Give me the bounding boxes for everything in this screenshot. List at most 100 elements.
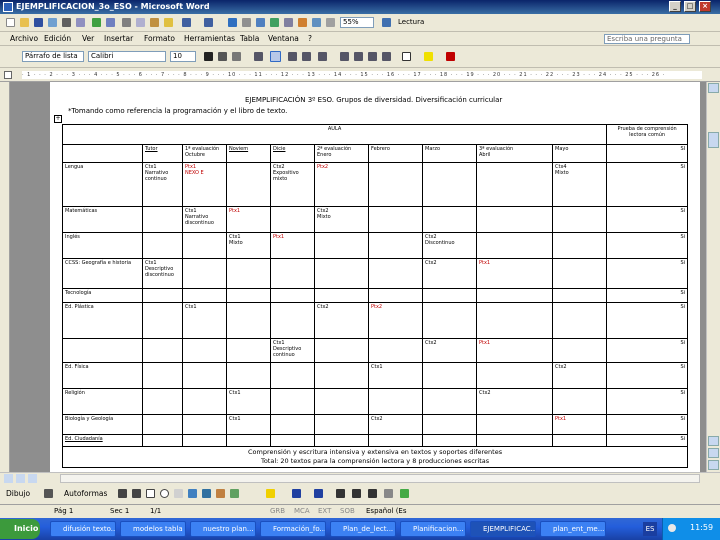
vertical-ruler[interactable] <box>0 82 10 472</box>
highlight-icon[interactable] <box>424 52 433 61</box>
copy-icon[interactable] <box>136 18 145 27</box>
cell-tutor[interactable] <box>142 434 183 447</box>
cell-tutor[interactable]: Ctx1 Narrativo continuo <box>142 162 183 207</box>
horizontal-scroll-track[interactable] <box>60 474 700 483</box>
underline-icon[interactable] <box>232 52 241 61</box>
document-area[interactable]: EJEMPLIFICACIÓN 3º ESO. Grupos de divers… <box>10 82 706 472</box>
cell-ene[interactable] <box>314 232 369 259</box>
drawing-icon[interactable] <box>298 18 307 27</box>
arrow-icon[interactable] <box>132 489 141 498</box>
menu-ventana[interactable]: Ventana <box>268 34 299 43</box>
cell-oct[interactable]: Ctx1 Narrativo discontinuo <box>182 206 227 233</box>
textbox-icon[interactable] <box>174 489 183 498</box>
show-hide-icon[interactable] <box>326 18 335 27</box>
cell-subject[interactable]: Tecnología <box>62 288 143 303</box>
minimize-button[interactable]: _ <box>669 1 681 12</box>
cell-feb[interactable] <box>368 232 423 259</box>
cell-may[interactable]: Ctx4 Mixto <box>551 162 608 207</box>
cell-subject[interactable]: Lengua <box>62 162 143 207</box>
research-icon[interactable] <box>106 18 115 27</box>
cell-nov[interactable] <box>226 288 271 303</box>
taskbar-item[interactable]: nuestro plan... <box>190 521 256 537</box>
tray-icon[interactable] <box>668 524 676 532</box>
cell-si[interactable]: Si <box>606 362 689 389</box>
align-center-icon[interactable] <box>270 51 281 62</box>
cell-dic[interactable]: Ptx1 <box>270 232 315 259</box>
cell-ene[interactable] <box>314 258 369 289</box>
cell-abr[interactable] <box>476 162 553 207</box>
print-preview-icon[interactable] <box>76 18 85 27</box>
cell-nov[interactable] <box>226 302 271 339</box>
insert-excel-icon[interactable] <box>270 18 279 27</box>
cell-subject[interactable]: CCSS: Geografía e historia <box>62 258 143 289</box>
cell-dic[interactable] <box>270 414 315 435</box>
previous-page-icon[interactable] <box>708 436 719 446</box>
align-left-icon[interactable] <box>254 52 263 61</box>
bullets-icon[interactable] <box>354 52 363 61</box>
cell-mar[interactable] <box>422 362 477 389</box>
cell-mar[interactable] <box>422 162 477 207</box>
cell-mar[interactable] <box>422 414 477 435</box>
font-color-icon[interactable] <box>446 52 455 61</box>
menu-edicion[interactable]: Edición <box>44 34 71 43</box>
menu-help[interactable]: ? <box>308 34 312 43</box>
open-folder-icon[interactable] <box>20 18 29 27</box>
new-document-icon[interactable] <box>6 18 15 27</box>
cell-si[interactable]: Si <box>606 434 689 447</box>
document-map-icon[interactable] <box>312 18 321 27</box>
undo-icon[interactable] <box>182 18 191 27</box>
insert-table-icon[interactable] <box>256 18 265 27</box>
tab-selector-icon[interactable] <box>4 71 12 79</box>
menu-ver[interactable]: Ver <box>82 34 94 43</box>
cell-oct[interactable] <box>182 232 227 259</box>
taskbar-item[interactable]: Planificacion... <box>400 521 466 537</box>
status-flag-ext[interactable]: EXT <box>318 505 331 518</box>
cell-mar[interactable] <box>422 206 477 233</box>
cell-tutor[interactable] <box>142 414 183 435</box>
help-icon[interactable] <box>382 18 391 27</box>
taskbar-item[interactable]: Plan_de_lect... <box>330 521 396 537</box>
cell-dic[interactable] <box>270 362 315 389</box>
cell-subject[interactable]: Ed. Física <box>62 362 143 389</box>
cell-si[interactable]: Si <box>606 258 689 289</box>
cell-abr[interactable] <box>476 302 553 339</box>
reading-layout-button[interactable]: Lectura <box>398 18 424 26</box>
cell-si[interactable]: Si <box>606 302 689 339</box>
cell-oct[interactable] <box>182 258 227 289</box>
cell-dic[interactable] <box>270 388 315 415</box>
vertical-scrollbar[interactable] <box>706 82 720 472</box>
document-page[interactable]: EJEMPLIFICACIÓN 3º ESO. Grupos de divers… <box>50 82 700 472</box>
print-view-icon[interactable] <box>28 474 37 483</box>
scroll-thumb[interactable] <box>708 132 719 148</box>
cell-mar[interactable]: Ctx2 <box>422 258 477 289</box>
cell-feb[interactable] <box>368 388 423 415</box>
draw-font-color-icon[interactable] <box>314 489 323 498</box>
numbering-icon[interactable] <box>340 52 349 61</box>
bold-icon[interactable] <box>204 52 213 61</box>
status-flag-mca[interactable]: MCA <box>294 505 310 518</box>
line-color-icon[interactable] <box>292 489 301 498</box>
wordart-icon[interactable] <box>188 489 197 498</box>
browse-object-icon[interactable] <box>708 448 719 458</box>
increase-indent-icon[interactable] <box>382 52 391 61</box>
status-flag-grb[interactable]: GRB <box>270 505 285 518</box>
cell-may[interactable] <box>551 434 608 447</box>
cell-si[interactable]: Si <box>606 338 689 363</box>
line-style-icon[interactable] <box>336 489 345 498</box>
fill-color-icon[interactable] <box>266 489 275 498</box>
menu-insertar[interactable]: Insertar <box>104 34 133 43</box>
cell-abr[interactable] <box>476 434 553 447</box>
table-move-handle-icon[interactable]: + <box>54 115 62 123</box>
cell-tutor[interactable] <box>142 232 183 259</box>
taskbar-item[interactable]: modelos tabla <box>120 521 186 537</box>
line-icon[interactable] <box>118 489 127 498</box>
cell-may[interactable] <box>551 258 608 289</box>
menu-formato[interactable]: Formato <box>144 34 175 43</box>
cell-tutor[interactable] <box>142 302 183 339</box>
autoshapes-menu[interactable]: Autoformas <box>64 489 107 498</box>
cell-may[interactable] <box>551 288 608 303</box>
cell-ene[interactable] <box>314 434 369 447</box>
cell-subject[interactable]: Biología y Geología <box>62 414 143 435</box>
cell-mar[interactable] <box>422 288 477 303</box>
border-icon[interactable] <box>402 52 411 61</box>
